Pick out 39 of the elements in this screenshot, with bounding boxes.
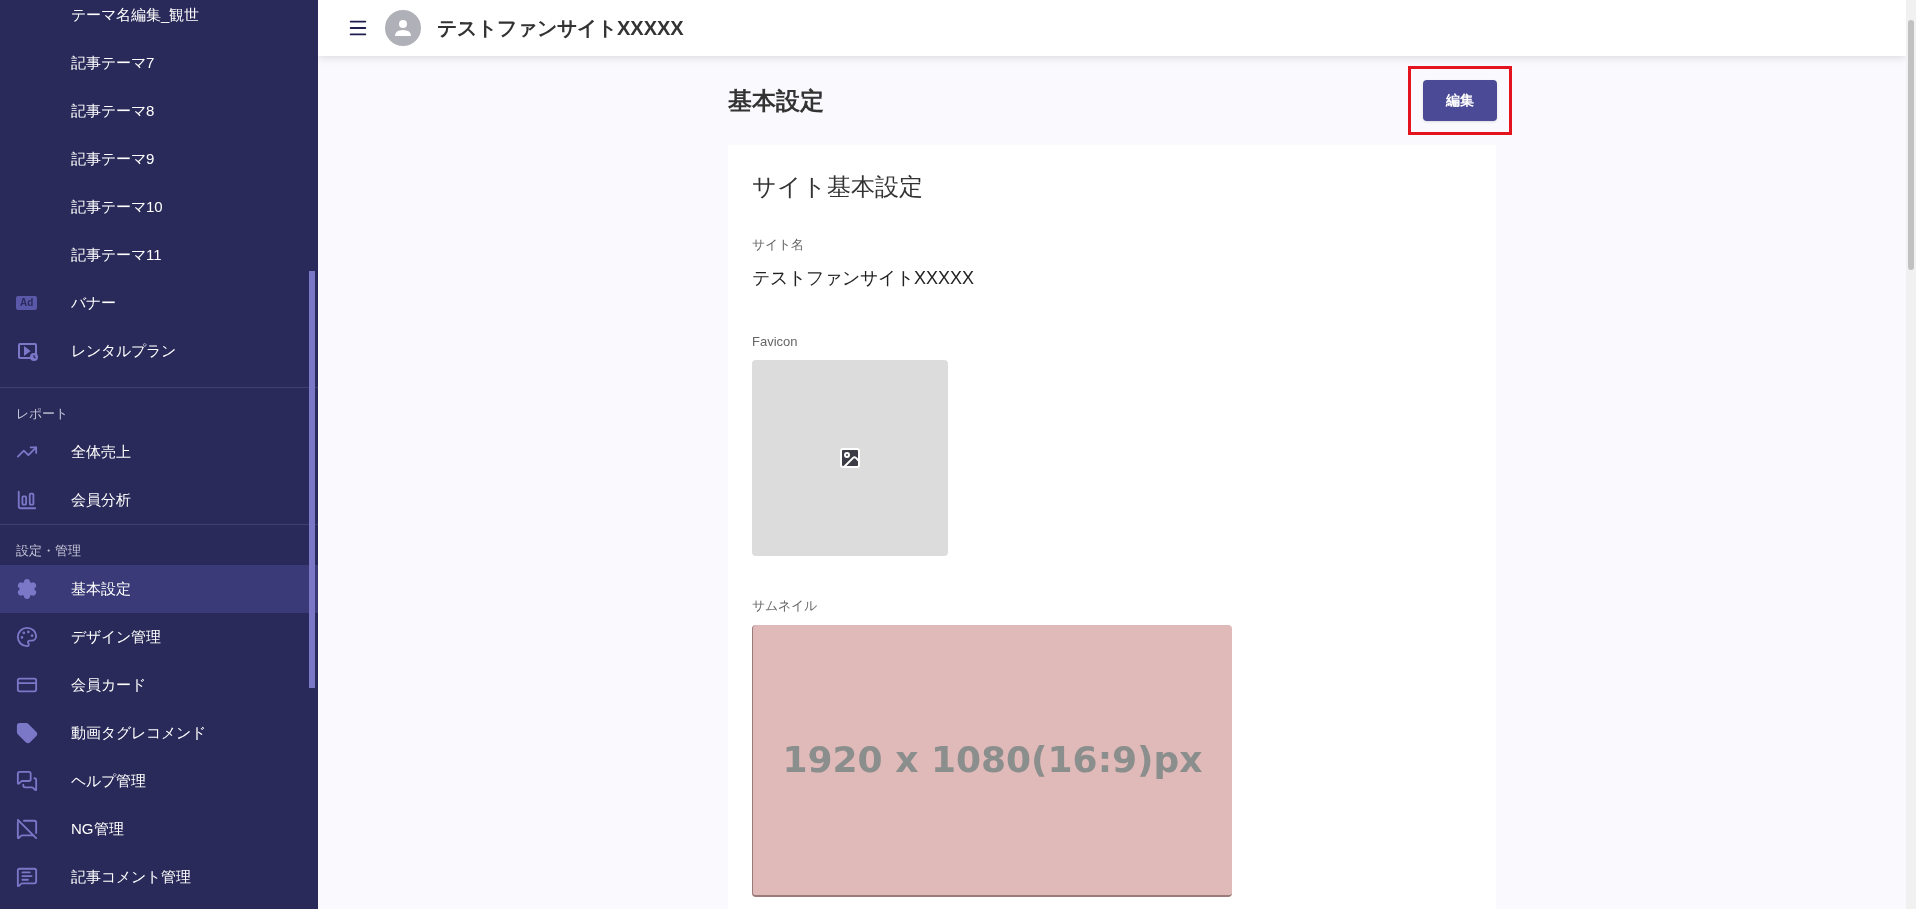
section-header: 設定・管理 [15,542,82,561]
field-label: サムネイル [752,597,818,615]
sidebar-item[interactable]: テーマ名編集_観世 [0,0,318,39]
sidebar-item[interactable]: 記事テーマ7 [0,39,318,87]
site-title: テストファンサイトXXXXX [437,16,684,41]
sidebar-item[interactable]: ヘルプ管理 [0,757,318,805]
sidebar-item[interactable]: 記事テーマ8 [0,87,318,135]
edit-button[interactable]: 編集 [1423,80,1497,121]
settings-icon [16,578,38,600]
card-title: サイト基本設定 [752,172,924,202]
palette-icon [16,626,38,648]
field-label: サイト名 [752,236,805,254]
field-label: Favicon [752,332,799,351]
sidebar-item[interactable]: 全体売上 [0,428,318,476]
sidebar-item[interactable]: 動画タグレコメンド [0,709,318,757]
page-title: 基本設定 [728,85,824,116]
chat-off-icon [16,818,38,840]
site-name-value: テストファンサイトXXXXX [752,266,976,290]
page-scrollbar[interactable] [1906,0,1916,909]
sidebar-item[interactable]: 会員カード [0,661,318,709]
sidebar-item[interactable]: 基本設定 [0,565,318,613]
sidebar-item[interactable]: 記事テーマ10 [0,183,318,231]
sidebar-item[interactable]: 記事テーマ11 [0,231,318,279]
sidebar-item[interactable]: NG管理 [0,805,318,853]
image-icon [838,446,862,470]
scrollbar-thumb[interactable] [309,271,315,688]
section-header: レポート [15,405,69,424]
avatar-icon[interactable] [385,10,421,46]
ad-badge-icon: Ad [16,296,38,310]
sidebar-item[interactable]: 記事コメント管理 [0,853,318,901]
tag-icon [16,722,38,744]
sidebar-item[interactable]: レンタルプラン [0,327,318,375]
sidebar-item[interactable]: 会員分析 [0,476,318,524]
comment-icon [16,866,38,888]
sidebar-item[interactable]: 記事テーマ9 [0,135,318,183]
sidebar-item[interactable]: デザイン管理 [0,613,318,661]
bar-chart-icon [16,489,38,511]
chat-bubbles-icon [16,770,38,792]
thumbnail-size-text: 1920 x 1080(16:9)px [782,737,1203,782]
